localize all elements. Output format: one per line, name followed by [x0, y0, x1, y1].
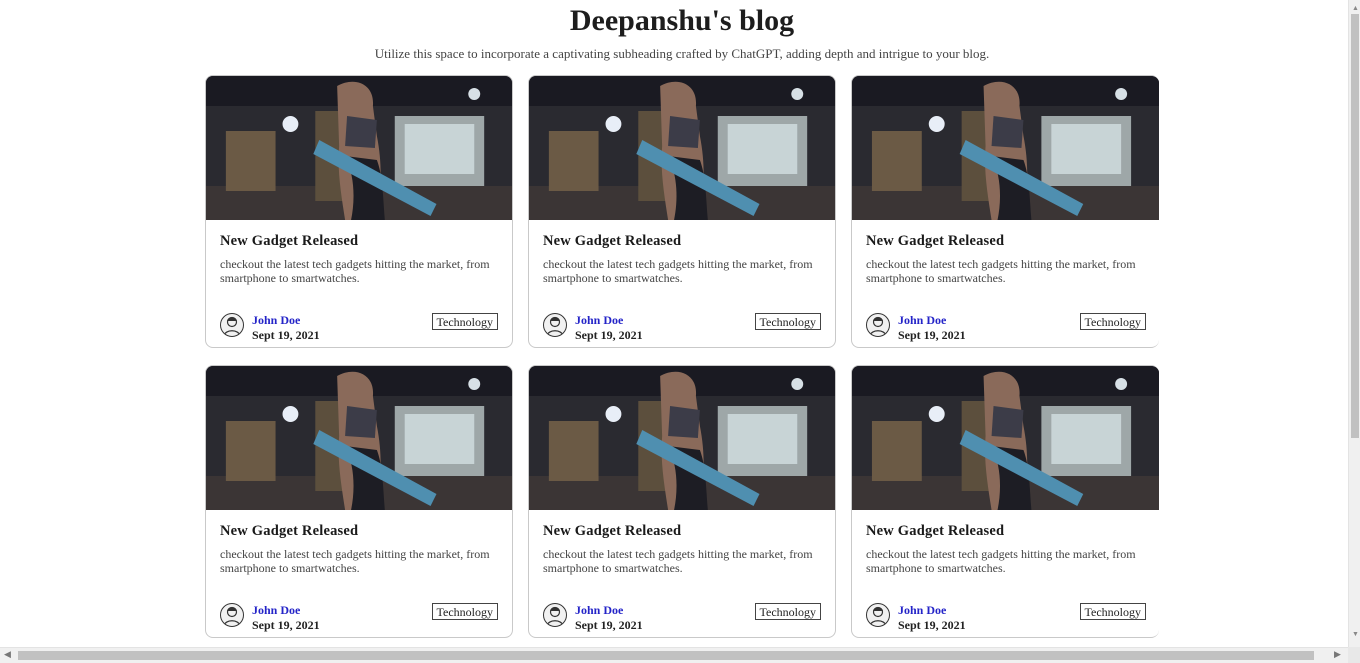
author-link[interactable]: John Doe	[575, 313, 623, 328]
post-description: checkout the latest tech gadgets hitting…	[866, 547, 1136, 575]
category-tag[interactable]: Technology	[754, 603, 821, 620]
post-title[interactable]: New Gadget Released	[866, 233, 1004, 250]
page: Deepanshu's blog Utilize this space to i…	[0, 0, 1348, 647]
vertical-scroll-thumb[interactable]	[1351, 14, 1359, 438]
category-tag[interactable]: Technology	[754, 313, 821, 330]
post-description: checkout the latest tech gadgets hitting…	[220, 257, 490, 285]
category-tag[interactable]: Technology	[1079, 313, 1146, 330]
avatar-icon	[220, 603, 244, 627]
horizontal-scroll-thumb[interactable]	[18, 651, 1314, 660]
post-card[interactable]: New Gadget Released checkout the latest …	[851, 365, 1159, 638]
post-card[interactable]: New Gadget Released checkout the latest …	[528, 365, 836, 638]
post-date: Sept 19, 2021	[575, 328, 643, 342]
post-title[interactable]: New Gadget Released	[866, 523, 1004, 540]
author-link[interactable]: John Doe	[252, 313, 300, 328]
post-card[interactable]: New Gadget Released checkout the latest …	[528, 75, 836, 348]
category-tag[interactable]: Technology	[431, 313, 498, 330]
horizontal-scrollbar[interactable]: ◀ ▶	[0, 647, 1348, 663]
author-link[interactable]: John Doe	[575, 603, 623, 618]
category-tag[interactable]: Technology	[1079, 603, 1146, 620]
vertical-scrollbar[interactable]: ▲ ▼	[1348, 0, 1360, 647]
post-title[interactable]: New Gadget Released	[543, 523, 681, 540]
post-date: Sept 19, 2021	[252, 328, 320, 342]
post-description: checkout the latest tech gadgets hitting…	[543, 257, 813, 285]
post-thumbnail-image[interactable]	[529, 366, 835, 510]
post-thumbnail-image[interactable]	[852, 366, 1159, 510]
page-title: Deepanshu's blog	[569, 4, 795, 37]
post-description: checkout the latest tech gadgets hitting…	[220, 547, 490, 575]
avatar-icon	[220, 313, 244, 337]
post-date: Sept 19, 2021	[575, 618, 643, 632]
post-description: checkout the latest tech gadgets hitting…	[866, 257, 1136, 285]
avatar-icon	[543, 313, 567, 337]
post-date: Sept 19, 2021	[252, 618, 320, 632]
category-tag[interactable]: Technology	[431, 603, 498, 620]
post-card[interactable]: New Gadget Released checkout the latest …	[851, 75, 1159, 348]
post-title[interactable]: New Gadget Released	[220, 233, 358, 250]
post-description: checkout the latest tech gadgets hitting…	[543, 547, 813, 575]
post-title[interactable]: New Gadget Released	[220, 523, 358, 540]
author-link[interactable]: John Doe	[252, 603, 300, 618]
post-date: Sept 19, 2021	[898, 328, 966, 342]
avatar-icon	[866, 603, 890, 627]
page-subtitle: Utilize this space to incorporate a capt…	[374, 46, 990, 61]
author-link[interactable]: John Doe	[898, 603, 946, 618]
post-title[interactable]: New Gadget Released	[543, 233, 681, 250]
arrow-left-icon[interactable]: ◀	[4, 649, 11, 660]
scrollbar-corner	[1348, 647, 1360, 663]
avatar-icon	[866, 313, 890, 337]
post-thumbnail-image[interactable]	[206, 76, 512, 220]
arrow-down-icon[interactable]: ▼	[1352, 630, 1359, 638]
arrow-right-icon[interactable]: ▶	[1334, 649, 1341, 660]
post-card[interactable]: New Gadget Released checkout the latest …	[205, 75, 513, 348]
avatar-icon	[543, 603, 567, 627]
post-thumbnail-image[interactable]	[852, 76, 1159, 220]
post-card[interactable]: New Gadget Released checkout the latest …	[205, 365, 513, 638]
post-thumbnail-image[interactable]	[529, 76, 835, 220]
post-date: Sept 19, 2021	[898, 618, 966, 632]
arrow-up-icon[interactable]: ▲	[1352, 4, 1359, 12]
author-link[interactable]: John Doe	[898, 313, 946, 328]
post-thumbnail-image[interactable]	[206, 366, 512, 510]
